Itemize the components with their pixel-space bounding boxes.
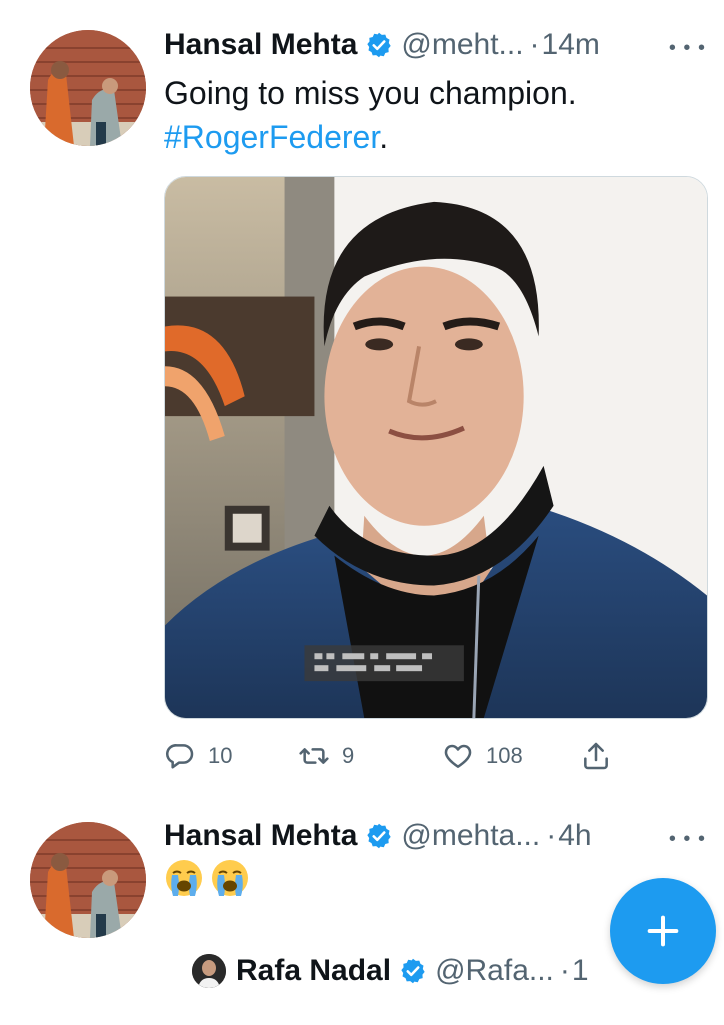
hashtag-suffix: . [379, 119, 389, 155]
tweet-media-photo[interactable] [164, 176, 708, 719]
verified-badge-icon [367, 823, 392, 849]
tweet-timestamp[interactable]: 4h [558, 819, 591, 853]
share-icon [584, 742, 608, 770]
like-button[interactable]: 108 [442, 734, 523, 778]
reply-button[interactable]: 10 [164, 734, 232, 778]
tweet-text: Going to miss you champion. [164, 75, 577, 111]
retweet-icon [299, 748, 329, 764]
quoted-author-avatar[interactable] [192, 954, 226, 988]
loudly-crying-face-icon [212, 860, 248, 896]
author-handle[interactable]: @meht... [401, 28, 523, 62]
more-icon[interactable]: • • • [669, 38, 706, 58]
hashtag-link[interactable]: #RogerFederer [164, 119, 379, 155]
retweet-button[interactable]: 9 [298, 734, 354, 778]
tweet-header: Hansal Mehta @meht... · 14m [164, 25, 704, 65]
tweet-timestamp[interactable]: 14m [542, 28, 600, 62]
author-handle[interactable]: @mehta... [401, 819, 540, 853]
media-image [165, 177, 707, 718]
retweet-count: 9 [342, 743, 355, 768]
quoted-author-name[interactable]: Rafa Nadal [236, 954, 391, 988]
tweet-header: Hansal Mehta @mehta... · 4h [164, 816, 704, 856]
more-icon[interactable]: • • • [669, 829, 706, 849]
reply-icon [166, 744, 194, 769]
avatar-image [30, 822, 146, 938]
plus-icon [647, 915, 679, 947]
separator-dot: · [546, 819, 557, 852]
author-name[interactable]: Hansal Mehta [164, 28, 357, 62]
share-button[interactable] [580, 734, 612, 778]
quoted-tweet-timestamp[interactable]: 1 [572, 954, 589, 988]
reply-count: 10 [208, 743, 233, 768]
tweet-text-hashtag-line: #RogerFederer. [164, 116, 388, 158]
quoted-author-handle[interactable]: @Rafa... [435, 954, 554, 988]
quoted-tweet-header[interactable]: Rafa Nadal @Rafa... · 1 [192, 950, 589, 992]
verified-badge-icon [367, 32, 392, 58]
author-avatar[interactable] [30, 822, 146, 938]
heart-icon [444, 744, 472, 768]
like-count: 108 [486, 743, 523, 768]
avatar-image [192, 954, 226, 988]
author-name[interactable]: Hansal Mehta [164, 819, 357, 853]
tweet-emoji-text [164, 858, 250, 898]
tweet[interactable]: Hansal Mehta @meht... · 14m • • • Going … [0, 0, 724, 800]
separator-dot: · [559, 954, 570, 987]
compose-tweet-button[interactable] [610, 878, 716, 984]
avatar-image [30, 30, 146, 146]
tweet-actions: 10 9 108 [164, 734, 624, 778]
verified-badge-icon [401, 958, 425, 984]
separator-dot: · [529, 28, 540, 61]
loudly-crying-face-icon [166, 860, 202, 896]
author-avatar[interactable] [30, 30, 146, 146]
